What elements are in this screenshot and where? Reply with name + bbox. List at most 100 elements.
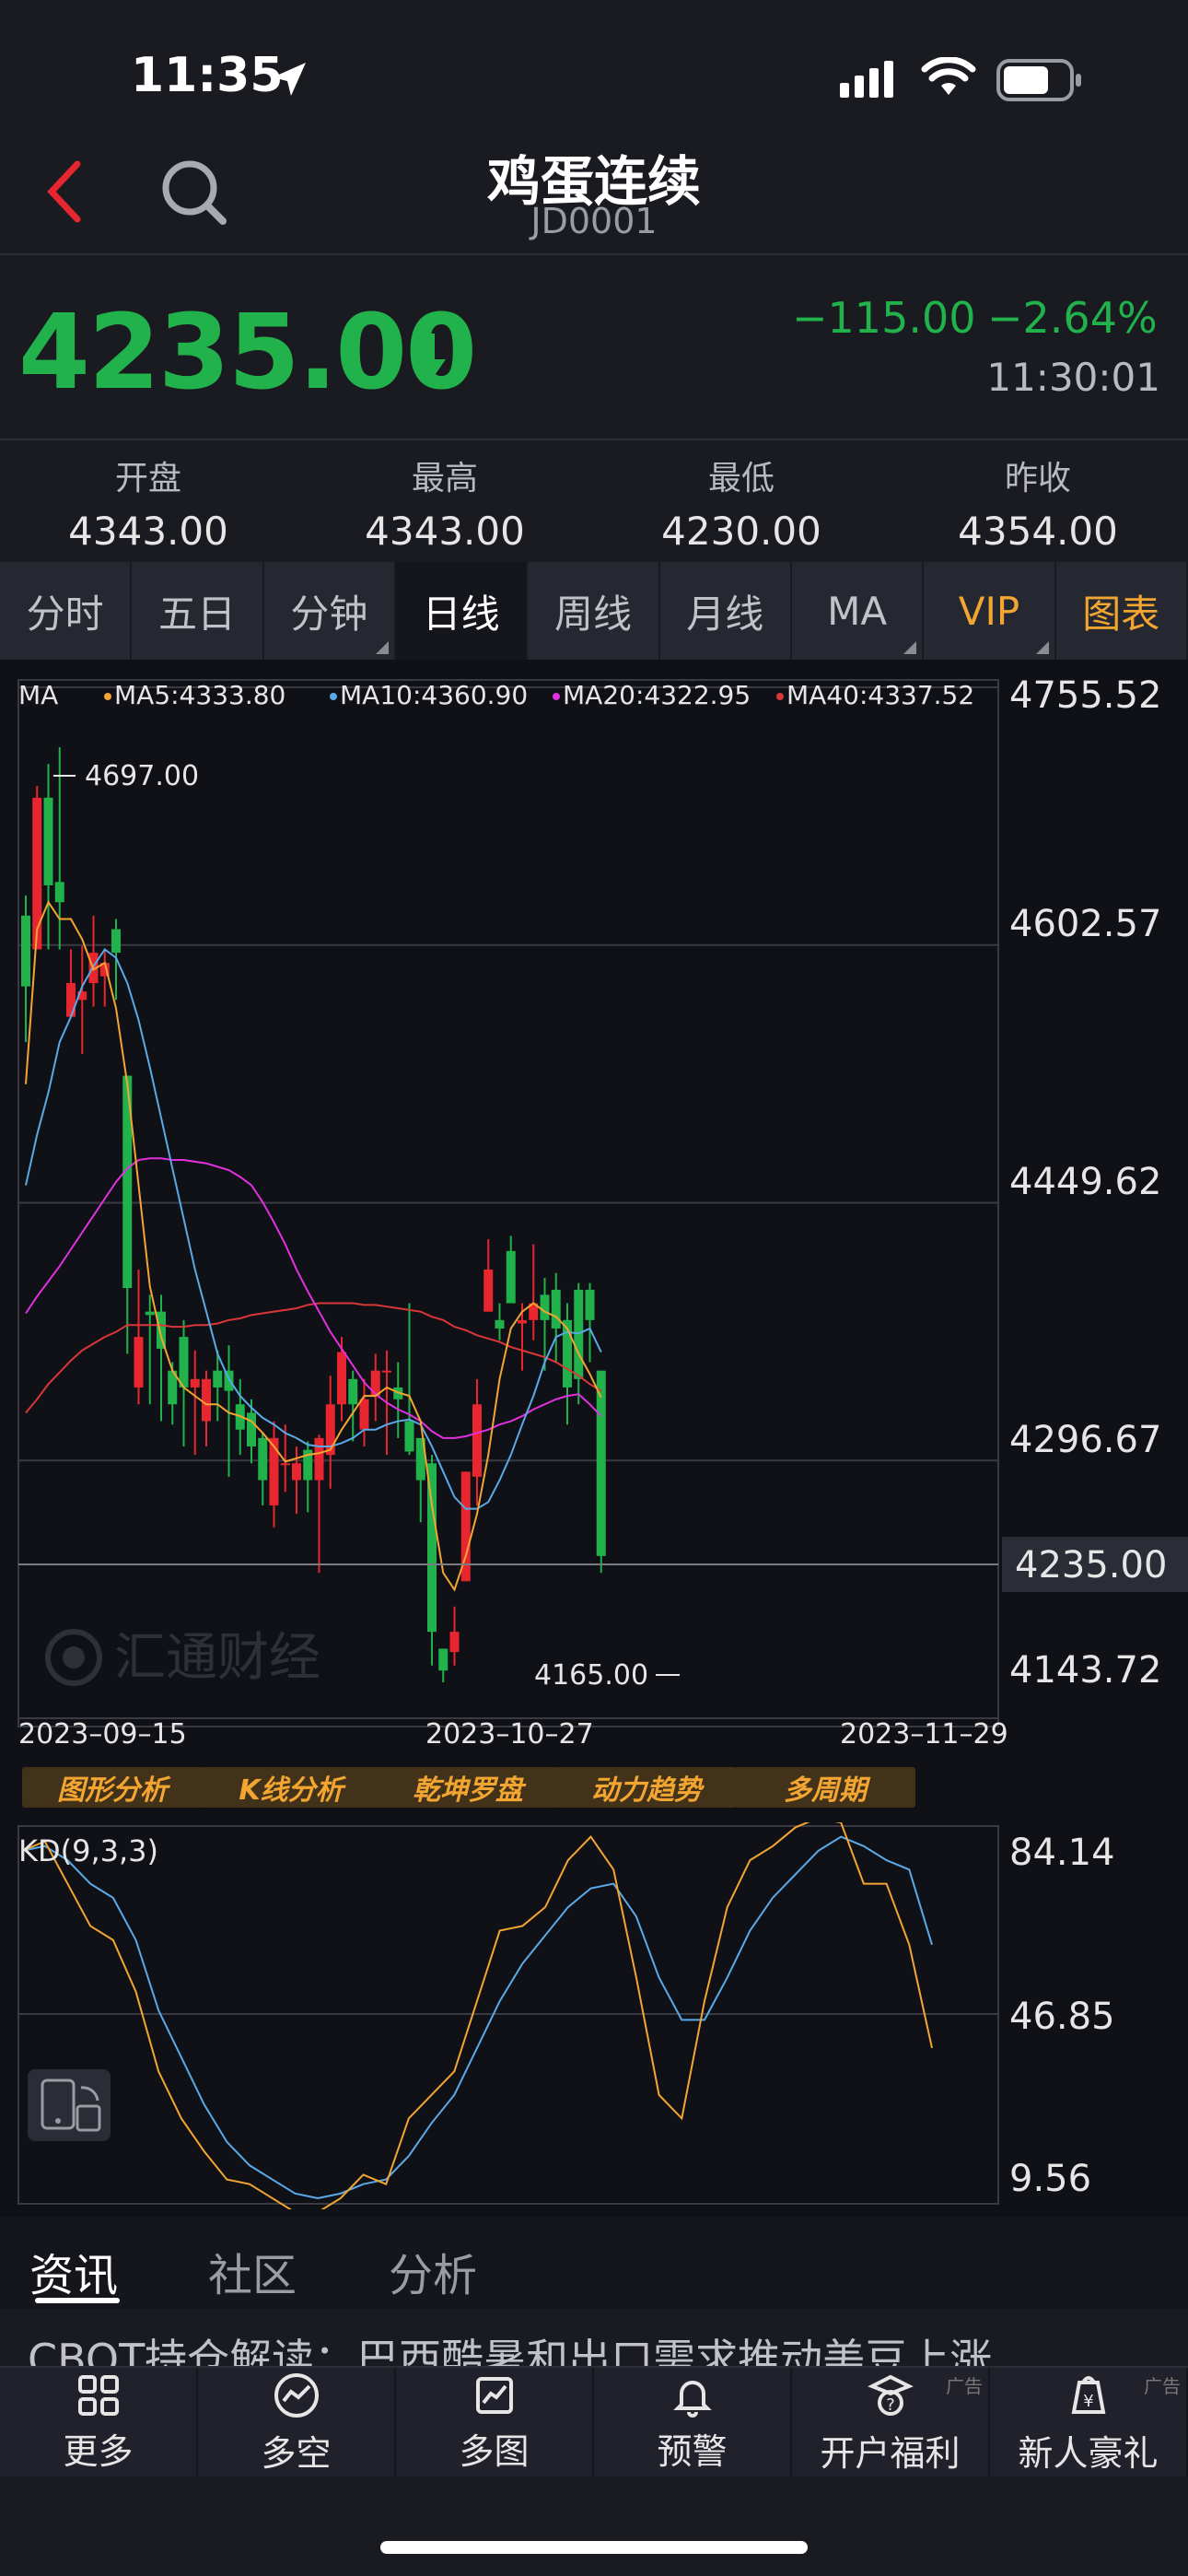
- landscape-toggle-icon[interactable]: [28, 2069, 111, 2141]
- candle: [43, 764, 53, 950]
- ma-legend-prefix: MA: [18, 680, 58, 710]
- contract-code: JD0001: [530, 201, 658, 241]
- price-change: −115.00: [792, 293, 976, 343]
- ma5-line: [25, 900, 602, 1592]
- cellular-signal-icon: [840, 61, 893, 98]
- candle: [449, 1606, 460, 1666]
- candle: [506, 1235, 516, 1304]
- candles: [21, 746, 606, 1683]
- tab-analysis[interactable]: 分析: [389, 2239, 477, 2303]
- candle: [529, 1244, 539, 1341]
- candle: [134, 1269, 144, 1405]
- candle: [348, 1370, 358, 1442]
- candle: [190, 1350, 200, 1456]
- candle: [303, 1441, 313, 1513]
- candle: [258, 1433, 268, 1505]
- kline-chart[interactable]: 汇通财经 MA MA5:4333.80 MA10:4360.90 MA20:43…: [0, 660, 1188, 1793]
- ma10-dot: [330, 693, 337, 700]
- ma40-line: [25, 1302, 602, 1414]
- price-axis-label: 4602.57: [1009, 903, 1161, 945]
- home-indicator[interactable]: [380, 2541, 808, 2554]
- price-axis-label: 4143.72: [1009, 1649, 1161, 1692]
- stat-prev-close: 昨收 4354.00: [958, 460, 1118, 554]
- ad-badge: 广告: [1144, 2375, 1181, 2397]
- tab-charts[interactable]: 图表: [1056, 562, 1188, 660]
- candle: [21, 895, 30, 1043]
- kd-label: KD(9,3,3): [18, 1833, 158, 1868]
- tab-news[interactable]: 资讯: [29, 2239, 118, 2303]
- ma5-legend: MA5:4333.80: [114, 680, 285, 710]
- candle: [314, 1434, 324, 1574]
- current-price-text: 4235.00: [1015, 1544, 1167, 1587]
- kd-axis-label: 9.56: [1009, 2158, 1091, 2200]
- tab-ma[interactable]: MA: [792, 562, 925, 660]
- news-tabs: 资讯 社区 分析: [0, 2217, 1188, 2309]
- watermark: 汇通财经: [45, 1628, 320, 1688]
- kd-chart[interactable]: KD(9,3,3) 84.14 46.85 9.56: [0, 1822, 1188, 2209]
- ad-badge: 广告: [946, 2375, 983, 2397]
- candle: [145, 1294, 155, 1405]
- candle: [596, 1370, 606, 1574]
- safe-area: [0, 2476, 1188, 2576]
- analysis-momentum-button[interactable]: 动力趋势: [556, 1767, 737, 1808]
- low-annotation: 4165.00: [534, 1659, 648, 1692]
- ma20-legend: MA20:4322.95: [563, 680, 751, 710]
- analysis-pattern-button[interactable]: 图形分析: [22, 1767, 203, 1808]
- nav-newcomer-gift[interactable]: 广告 ¥ 新人豪礼: [990, 2368, 1188, 2478]
- status-time: 11:35: [131, 48, 284, 103]
- analysis-multi-period-button[interactable]: 多周期: [735, 1767, 915, 1808]
- price-axis-label: 4296.67: [1009, 1419, 1161, 1461]
- tab-daily[interactable]: 日线: [395, 562, 529, 660]
- dropdown-corner-icon: [375, 641, 389, 654]
- nav-account-benefit[interactable]: 广告 ? 开户福利: [792, 2368, 990, 2478]
- candle: [472, 1378, 482, 1505]
- nav-long-short[interactable]: 多空: [198, 2368, 396, 2478]
- tab-intraday[interactable]: 分时: [0, 562, 133, 660]
- dropdown-corner-icon: [1035, 641, 1049, 654]
- candle: [518, 1303, 527, 1371]
- candle: [483, 1239, 494, 1312]
- nav-more[interactable]: 更多: [0, 2368, 198, 2478]
- wifi-icon: [921, 57, 976, 95]
- ma40-legend: MA40:4337.52: [786, 680, 974, 710]
- candle: [32, 786, 42, 950]
- tab-minute[interactable]: 分钟: [264, 562, 396, 660]
- watermark-text: 汇通财经: [114, 1628, 320, 1688]
- active-tab-indicator: [35, 2298, 120, 2303]
- price-axis-label: 4449.62: [1009, 1161, 1161, 1203]
- ma10-line: [25, 948, 602, 1510]
- analysis-compass-button[interactable]: 乾坤罗盘: [378, 1767, 558, 1808]
- candle: [202, 1370, 211, 1446]
- tab-monthly[interactable]: 月线: [660, 562, 792, 660]
- kd-d-line: [21, 1835, 933, 2199]
- tab-five-day[interactable]: 五日: [132, 562, 264, 660]
- battery-icon: [996, 59, 1081, 101]
- ma5-dot: [104, 693, 111, 700]
- kd-k-line: [21, 1822, 933, 2209]
- header: 鸡蛋连续 JD0001: [0, 138, 1188, 253]
- candle: [370, 1353, 380, 1422]
- location-arrow-icon: [273, 63, 306, 96]
- nav-alert[interactable]: 预警: [594, 2368, 792, 2478]
- high-annotation: 4697.00: [85, 760, 199, 792]
- stat-low: 最低 4230.00: [661, 460, 821, 554]
- multi-chart-icon: [475, 2376, 513, 2414]
- trend-icon: [274, 2372, 319, 2418]
- ma-lines: [25, 900, 602, 1592]
- gift-icon: ¥: [1071, 2375, 1105, 2414]
- candle: [325, 1376, 335, 1489]
- svg-text:¥: ¥: [1083, 2392, 1093, 2411]
- last-price: 4235.00: [18, 293, 477, 413]
- ma10-legend: MA10:4360.90: [340, 680, 528, 710]
- kd-lines: [21, 1822, 933, 2209]
- divider: [0, 439, 1188, 440]
- analysis-kline-button[interactable]: K线分析: [201, 1767, 381, 1808]
- tab-community[interactable]: 社区: [208, 2239, 297, 2303]
- kd-axis-label: 84.14: [1009, 1832, 1115, 1874]
- nav-multi-chart[interactable]: 多图: [396, 2368, 594, 2478]
- tab-vip[interactable]: VIP: [924, 562, 1056, 660]
- ma40-dot: [776, 693, 784, 700]
- down-arrow-icon: [413, 334, 446, 383]
- candle: [563, 1303, 572, 1425]
- tab-weekly[interactable]: 周线: [528, 562, 660, 660]
